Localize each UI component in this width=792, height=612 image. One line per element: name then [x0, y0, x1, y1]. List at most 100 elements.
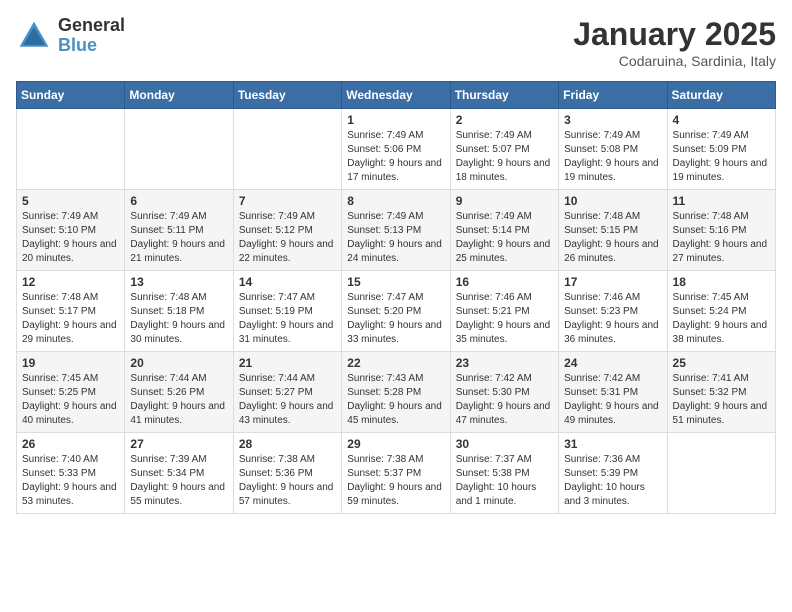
- calendar-cell: 26 Sunrise: 7:40 AM Sunset: 5:33 PM Dayli…: [17, 433, 125, 514]
- calendar-header-monday: Monday: [125, 82, 233, 109]
- day-info: Sunrise: 7:47 AM Sunset: 5:20 PM Dayligh…: [347, 291, 444, 347]
- day-number: 14: [239, 275, 336, 289]
- calendar-table: SundayMondayTuesdayWednesdayThursdayFrid…: [16, 81, 776, 514]
- day-number: 5: [22, 194, 119, 208]
- calendar-cell: 30 Sunrise: 7:37 AM Sunset: 5:38 PM Dayli…: [450, 433, 558, 514]
- calendar-header-sunday: Sunday: [17, 82, 125, 109]
- calendar-week-row: 19Sunrise: 7:45 AM Sunset: 5:25 PM Dayli…: [17, 352, 776, 433]
- logo-text: General Blue: [58, 16, 125, 56]
- day-info: Sunrise: 7:48 AM Sunset: 5:18 PM Dayligh…: [130, 291, 227, 347]
- day-info: Sunrise: 7:42 AM Sunset: 5:30 PM Dayligh…: [456, 372, 553, 428]
- calendar-cell: 28 Sunrise: 7:38 AM Sunset: 5:36 PM Dayli…: [233, 433, 341, 514]
- calendar-cell: 10Sunrise: 7:48 AM Sunset: 5:15 PM Dayli…: [559, 190, 667, 271]
- day-info: Sunrise: 7:38 AM Sunset: 5:36 PM Dayligh…: [239, 453, 336, 509]
- page-header: General Blue January 2025 Codaruina, Sar…: [16, 16, 776, 69]
- calendar-header-tuesday: Tuesday: [233, 82, 341, 109]
- month-title: January 2025: [573, 16, 776, 53]
- calendar-cell: 16 Sunrise: 7:46 AM Sunset: 5:21 PM Dayli…: [450, 271, 558, 352]
- calendar-cell: 14 Sunrise: 7:47 AM Sunset: 5:19 PM Dayli…: [233, 271, 341, 352]
- day-number: 23: [456, 356, 553, 370]
- day-number: 28: [239, 437, 336, 451]
- calendar-cell: [667, 433, 775, 514]
- day-info: Sunrise: 7:49 AM Sunset: 5:14 PM Dayligh…: [456, 210, 553, 266]
- day-info: Sunrise: 7:37 AM Sunset: 5:38 PM Dayligh…: [456, 453, 553, 509]
- day-number: 8: [347, 194, 444, 208]
- calendar-cell: 17 Sunrise: 7:46 AM Sunset: 5:23 PM Dayli…: [559, 271, 667, 352]
- day-number: 22: [347, 356, 444, 370]
- day-number: 26: [22, 437, 119, 451]
- day-number: 16: [456, 275, 553, 289]
- calendar-cell: 23 Sunrise: 7:42 AM Sunset: 5:30 PM Dayli…: [450, 352, 558, 433]
- day-number: 13: [130, 275, 227, 289]
- day-info: Sunrise: 7:45 AM Sunset: 5:25 PM Dayligh…: [22, 372, 119, 428]
- day-number: 25: [673, 356, 770, 370]
- calendar-cell: 22 Sunrise: 7:43 AM Sunset: 5:28 PM Dayli…: [342, 352, 450, 433]
- day-number: 31: [564, 437, 661, 451]
- calendar-cell: [17, 109, 125, 190]
- calendar-cell: 27Sunrise: 7:39 AM Sunset: 5:34 PM Dayli…: [125, 433, 233, 514]
- day-info: Sunrise: 7:40 AM Sunset: 5:33 PM Dayligh…: [22, 453, 119, 509]
- calendar-cell: [233, 109, 341, 190]
- calendar-cell: 9 Sunrise: 7:49 AM Sunset: 5:14 PM Daylig…: [450, 190, 558, 271]
- day-number: 3: [564, 113, 661, 127]
- day-info: Sunrise: 7:49 AM Sunset: 5:08 PM Dayligh…: [564, 129, 661, 185]
- title-block: January 2025 Codaruina, Sardinia, Italy: [573, 16, 776, 69]
- calendar-cell: 25 Sunrise: 7:41 AM Sunset: 5:32 PM Dayli…: [667, 352, 775, 433]
- calendar-header-friday: Friday: [559, 82, 667, 109]
- day-info: Sunrise: 7:47 AM Sunset: 5:19 PM Dayligh…: [239, 291, 336, 347]
- day-info: Sunrise: 7:48 AM Sunset: 5:17 PM Dayligh…: [22, 291, 119, 347]
- calendar-header-thursday: Thursday: [450, 82, 558, 109]
- day-number: 11: [673, 194, 770, 208]
- calendar-cell: 24Sunrise: 7:42 AM Sunset: 5:31 PM Dayli…: [559, 352, 667, 433]
- calendar-cell: 31Sunrise: 7:36 AM Sunset: 5:39 PM Dayli…: [559, 433, 667, 514]
- day-number: 29: [347, 437, 444, 451]
- day-number: 7: [239, 194, 336, 208]
- day-info: Sunrise: 7:49 AM Sunset: 5:11 PM Dayligh…: [130, 210, 227, 266]
- day-info: Sunrise: 7:48 AM Sunset: 5:16 PM Dayligh…: [673, 210, 770, 266]
- day-number: 9: [456, 194, 553, 208]
- day-info: Sunrise: 7:49 AM Sunset: 5:07 PM Dayligh…: [456, 129, 553, 185]
- day-info: Sunrise: 7:49 AM Sunset: 5:13 PM Dayligh…: [347, 210, 444, 266]
- day-number: 30: [456, 437, 553, 451]
- day-info: Sunrise: 7:44 AM Sunset: 5:26 PM Dayligh…: [130, 372, 227, 428]
- calendar-week-row: 12 Sunrise: 7:48 AM Sunset: 5:17 PM Dayli…: [17, 271, 776, 352]
- day-info: Sunrise: 7:49 AM Sunset: 5:12 PM Dayligh…: [239, 210, 336, 266]
- day-info: Sunrise: 7:41 AM Sunset: 5:32 PM Dayligh…: [673, 372, 770, 428]
- day-number: 21: [239, 356, 336, 370]
- day-info: Sunrise: 7:49 AM Sunset: 5:10 PM Dayligh…: [22, 210, 119, 266]
- calendar-cell: 7 Sunrise: 7:49 AM Sunset: 5:12 PM Daylig…: [233, 190, 341, 271]
- day-number: 12: [22, 275, 119, 289]
- day-number: 10: [564, 194, 661, 208]
- day-info: Sunrise: 7:49 AM Sunset: 5:09 PM Dayligh…: [673, 129, 770, 185]
- logo: General Blue: [16, 16, 125, 56]
- calendar-cell: 4 Sunrise: 7:49 AM Sunset: 5:09 PM Daylig…: [667, 109, 775, 190]
- day-info: Sunrise: 7:44 AM Sunset: 5:27 PM Dayligh…: [239, 372, 336, 428]
- day-number: 27: [130, 437, 227, 451]
- calendar-cell: 1Sunrise: 7:49 AM Sunset: 5:06 PM Daylig…: [342, 109, 450, 190]
- day-number: 15: [347, 275, 444, 289]
- calendar-cell: 13 Sunrise: 7:48 AM Sunset: 5:18 PM Dayli…: [125, 271, 233, 352]
- day-number: 18: [673, 275, 770, 289]
- calendar-cell: 12 Sunrise: 7:48 AM Sunset: 5:17 PM Dayli…: [17, 271, 125, 352]
- day-info: Sunrise: 7:38 AM Sunset: 5:37 PM Dayligh…: [347, 453, 444, 509]
- day-number: 2: [456, 113, 553, 127]
- calendar-cell: 2 Sunrise: 7:49 AM Sunset: 5:07 PM Daylig…: [450, 109, 558, 190]
- logo-blue: Blue: [58, 36, 125, 56]
- calendar-cell: 8 Sunrise: 7:49 AM Sunset: 5:13 PM Daylig…: [342, 190, 450, 271]
- day-number: 4: [673, 113, 770, 127]
- day-number: 20: [130, 356, 227, 370]
- calendar-cell: 15 Sunrise: 7:47 AM Sunset: 5:20 PM Dayli…: [342, 271, 450, 352]
- day-info: Sunrise: 7:46 AM Sunset: 5:23 PM Dayligh…: [564, 291, 661, 347]
- day-number: 6: [130, 194, 227, 208]
- day-info: Sunrise: 7:45 AM Sunset: 5:24 PM Dayligh…: [673, 291, 770, 347]
- calendar-cell: 21 Sunrise: 7:44 AM Sunset: 5:27 PM Dayli…: [233, 352, 341, 433]
- day-info: Sunrise: 7:46 AM Sunset: 5:21 PM Dayligh…: [456, 291, 553, 347]
- calendar-week-row: 26 Sunrise: 7:40 AM Sunset: 5:33 PM Dayli…: [17, 433, 776, 514]
- day-info: Sunrise: 7:42 AM Sunset: 5:31 PM Dayligh…: [564, 372, 661, 428]
- logo-icon: [16, 18, 52, 54]
- day-number: 17: [564, 275, 661, 289]
- calendar-week-row: 1Sunrise: 7:49 AM Sunset: 5:06 PM Daylig…: [17, 109, 776, 190]
- calendar-cell: 20 Sunrise: 7:44 AM Sunset: 5:26 PM Dayli…: [125, 352, 233, 433]
- day-info: Sunrise: 7:43 AM Sunset: 5:28 PM Dayligh…: [347, 372, 444, 428]
- calendar-cell: 6 Sunrise: 7:49 AM Sunset: 5:11 PM Daylig…: [125, 190, 233, 271]
